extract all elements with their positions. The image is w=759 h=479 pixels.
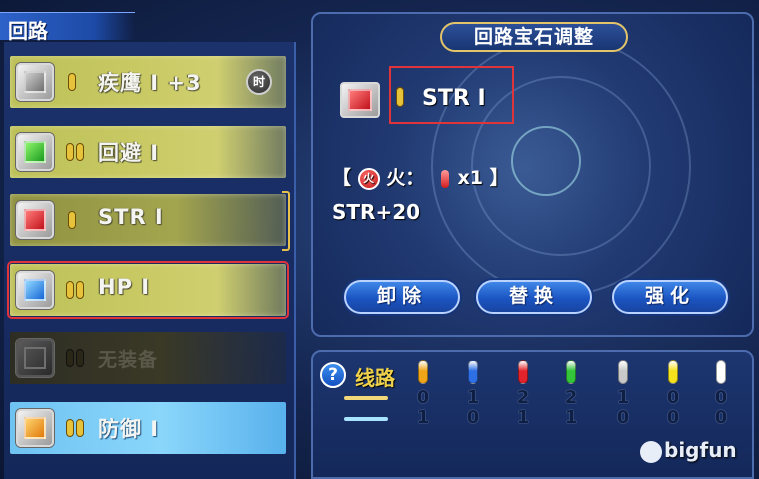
circuit-row-label: 无装备 xyxy=(98,349,159,371)
gem-count-line1: 2 xyxy=(516,387,530,408)
gem-column-icon xyxy=(468,360,478,384)
circuit-row-4[interactable]: HP Ⅰ xyxy=(7,261,289,319)
slot-icon xyxy=(68,211,76,229)
slot-icon xyxy=(76,143,84,161)
gem-column-icon xyxy=(518,360,528,384)
red-gem-mini-icon xyxy=(440,169,449,188)
gem-count-line1: 0 xyxy=(714,387,728,408)
slot-icon xyxy=(396,87,404,107)
circuit-row-label: 防御 Ⅰ xyxy=(98,417,160,441)
orange-gem-icon xyxy=(16,409,54,447)
red-gem-icon xyxy=(340,82,380,118)
empty-gem-icon xyxy=(16,339,54,377)
gem-count-line1: 2 xyxy=(564,387,578,408)
gem-bonus-text: STR+20 xyxy=(332,200,421,224)
left-panel-header: 回路 xyxy=(0,12,135,43)
circuit-row-6[interactable]: 防御 Ⅰ xyxy=(10,402,286,454)
remove-button[interactable]: 卸除 xyxy=(344,280,460,314)
gem-count-line2: 0 xyxy=(466,407,480,428)
active-row-bracket xyxy=(282,191,290,251)
decorative-ring xyxy=(511,126,581,196)
circuit-row-1[interactable]: 疾鹰 Ⅰ +3 时 xyxy=(10,56,286,108)
replace-button[interactable]: 替换 xyxy=(476,280,592,314)
gem-column-icon xyxy=(566,360,576,384)
circuit-row-3[interactable]: STR Ⅰ xyxy=(10,194,286,246)
adjust-panel-title: 回路宝石调整 xyxy=(440,22,628,52)
bracket-close: 】 xyxy=(489,167,509,189)
gem-count-line1: 1 xyxy=(466,387,480,408)
line-swatch-yellow xyxy=(344,396,388,400)
bracket-open: 【 xyxy=(332,167,352,189)
slot-icon xyxy=(76,349,84,367)
left-panel-title: 回路 xyxy=(8,19,48,43)
gem-count-line2: 0 xyxy=(666,407,680,428)
blue-gem-icon xyxy=(16,271,54,309)
gem-effect-line: 【 火 火： x1 】 xyxy=(332,163,509,190)
fire-element-icon: 火 xyxy=(357,167,380,190)
watermark-text: bigfun xyxy=(664,438,737,462)
gem-count-line2: 1 xyxy=(516,407,530,428)
circuit-row-label: 回避 Ⅰ xyxy=(98,141,160,165)
slot-icon xyxy=(76,419,84,437)
slot-icon xyxy=(66,143,74,161)
circuit-row-2[interactable]: 回避 Ⅰ xyxy=(10,126,286,178)
selected-gem-name: STR Ⅰ xyxy=(422,86,486,111)
gem-column-icon xyxy=(618,360,628,384)
gem-count-line2: 1 xyxy=(416,407,430,428)
circuit-line-title: 线路 xyxy=(355,366,395,390)
circuit-row-label: HP Ⅰ xyxy=(98,275,151,299)
line-swatch-light-blue xyxy=(344,417,388,421)
element-label: 火： xyxy=(386,167,425,189)
gem-count-line2: 1 xyxy=(564,407,578,428)
paw-logo-icon xyxy=(640,440,662,463)
element-multiplier: x1 xyxy=(457,167,484,189)
watermark: bigfun xyxy=(640,438,737,463)
slot-icon xyxy=(66,349,74,367)
gem-count-line1: 0 xyxy=(416,387,430,408)
help-icon[interactable]: ? xyxy=(320,362,346,388)
gem-count-line1: 0 xyxy=(666,387,680,408)
slot-icon xyxy=(66,419,74,437)
slot-icon xyxy=(76,281,84,299)
grey-gem-icon xyxy=(16,63,54,101)
red-gem-icon xyxy=(16,201,54,239)
gem-column-icon xyxy=(716,360,726,384)
time-badge-icon: 时 xyxy=(246,69,272,95)
circuit-row-5[interactable]: 无装备 xyxy=(10,332,286,384)
green-gem-icon xyxy=(16,133,54,171)
gem-column-icon xyxy=(418,360,428,384)
gem-count-line2: 0 xyxy=(616,407,630,428)
circuit-row-label: STR Ⅰ xyxy=(98,205,164,229)
gem-count-line1: 1 xyxy=(616,387,630,408)
gem-column-icon xyxy=(668,360,678,384)
circuit-row-label: 疾鹰 Ⅰ +3 xyxy=(98,71,202,95)
enhance-button[interactable]: 强化 xyxy=(612,280,728,314)
slot-icon xyxy=(68,73,76,91)
gem-count-line2: 0 xyxy=(714,407,728,428)
slot-icon xyxy=(66,281,74,299)
